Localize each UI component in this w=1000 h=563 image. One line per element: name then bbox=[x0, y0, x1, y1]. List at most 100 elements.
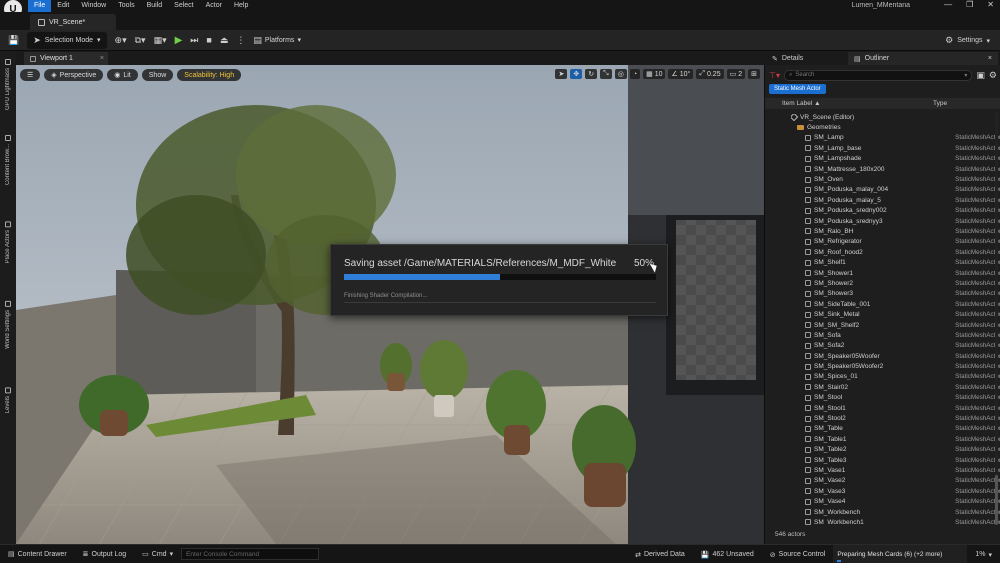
lit-button[interactable]: ◉ Lit bbox=[107, 69, 138, 81]
mesh-cards-percent[interactable]: 1% ▾ bbox=[967, 551, 1000, 559]
grid-snap-button[interactable]: ▦ 10 bbox=[643, 69, 666, 79]
outliner-search-input[interactable]: ⌕ Search ▾ bbox=[783, 69, 973, 81]
unsaved-button[interactable]: 💾 462 Unsaved bbox=[693, 551, 762, 559]
show-button[interactable]: Show bbox=[141, 69, 174, 81]
outliner-row[interactable]: SM_Ralo_BH StaticMeshActor bbox=[765, 226, 1000, 236]
rotation-snap-button[interactable]: ∠ 10° bbox=[668, 69, 694, 79]
column-item-label[interactable]: Item Label ▲ bbox=[765, 100, 933, 107]
outliner-row[interactable]: SM_Shower3 StaticMeshActor bbox=[765, 289, 1000, 299]
play-icon[interactable]: ▶ bbox=[175, 35, 183, 46]
outliner-row[interactable]: SM_Table3 StaticMeshActor bbox=[765, 455, 1000, 465]
outliner-row[interactable]: SM_Vase4 StaticMeshActor bbox=[765, 496, 1000, 506]
outliner-scroll-thumb[interactable] bbox=[995, 475, 998, 525]
maximize-viewport-icon[interactable]: ⊞ bbox=[748, 69, 760, 79]
menu-tools[interactable]: Tools bbox=[112, 0, 140, 12]
platforms-dropdown[interactable]: ▤ Platforms ▾ bbox=[253, 35, 301, 46]
outliner-row[interactable]: SM_Oven StaticMeshActor bbox=[765, 174, 1000, 184]
output-log-button[interactable]: ≣ Output Log bbox=[75, 550, 135, 559]
outliner-row[interactable]: SM_Stool StaticMeshActor bbox=[765, 393, 1000, 403]
scalability-badge[interactable]: Scalability: High bbox=[177, 69, 242, 81]
cinematics-icon[interactable]: ▦▾ bbox=[154, 35, 167, 46]
outliner-row[interactable]: SM_Lampshade StaticMeshActor bbox=[765, 154, 1000, 164]
outliner-row[interactable]: SM_Spices_01 StaticMeshActor bbox=[765, 372, 1000, 382]
world-space-icon[interactable]: ◎ bbox=[614, 69, 627, 79]
outliner-row[interactable]: SM_Stair02 StaticMeshActor bbox=[765, 382, 1000, 392]
outliner-row[interactable]: SM_Shower1 StaticMeshActor bbox=[765, 268, 1000, 278]
filter-icon[interactable]: ⊤▾ bbox=[769, 71, 780, 80]
outliner-row[interactable]: SM_Stool1 StaticMeshActor bbox=[765, 403, 1000, 413]
derived-data-button[interactable]: ⇄ Derived Data bbox=[627, 551, 693, 559]
source-control-button[interactable]: ⊘ Source Control bbox=[762, 551, 834, 559]
outliner-row[interactable]: SM_Sofa StaticMeshActor bbox=[765, 330, 1000, 340]
filter-chip-static-mesh-actor[interactable]: Static Mesh Actor bbox=[769, 84, 826, 94]
outliner-row[interactable]: SM_Table2 StaticMeshActor bbox=[765, 445, 1000, 455]
outliner-row[interactable]: SM_Lamp StaticMeshActor bbox=[765, 133, 1000, 143]
outliner-row[interactable]: SM_Lamp_base StaticMeshActor bbox=[765, 143, 1000, 153]
menu-select[interactable]: Select bbox=[168, 0, 199, 12]
camera-speed-button[interactable]: ▭ 2 bbox=[726, 69, 746, 79]
selection-mode-dropdown[interactable]: ➤ Selection Mode ▾ bbox=[27, 31, 107, 49]
minimize-button[interactable]: — bbox=[944, 0, 952, 9]
outliner-row[interactable]: SM_Vase1 StaticMeshActor bbox=[765, 465, 1000, 475]
console-command-input[interactable]: Enter Console Command bbox=[181, 548, 320, 560]
outliner-row[interactable]: SM_SideTable_001 StaticMeshActor bbox=[765, 299, 1000, 309]
menu-file[interactable]: File bbox=[28, 0, 52, 12]
rail-gpu-lightmass[interactable]: GPU Lightmass bbox=[2, 59, 14, 110]
outliner-row[interactable]: SM_SM_Shelf2 StaticMeshActor bbox=[765, 320, 1000, 330]
rail-levels[interactable]: Levels bbox=[2, 387, 14, 413]
outliner-row[interactable]: SM_Shelf1 StaticMeshActor bbox=[765, 257, 1000, 267]
menu-window[interactable]: Window bbox=[75, 0, 112, 12]
tab-viewport-1[interactable]: Viewport 1 × bbox=[24, 52, 108, 65]
blueprint-icon[interactable]: ⧉▾ bbox=[135, 35, 146, 46]
outliner-row[interactable]: SM_Table StaticMeshActor bbox=[765, 424, 1000, 434]
scale-icon[interactable]: ⤡ bbox=[600, 69, 612, 79]
rail-world-settings[interactable]: World Settings bbox=[2, 301, 14, 349]
outliner-row[interactable]: SM_Sofa2 StaticMeshActor bbox=[765, 341, 1000, 351]
tab-outliner[interactable]: ▤ Outliner × bbox=[848, 52, 998, 65]
surface-snap-icon[interactable]: ◔ bbox=[629, 69, 641, 79]
scale-snap-button[interactable]: ⤢ 0.25 bbox=[696, 69, 724, 79]
settings-button[interactable]: ⚙ Settings ▾ bbox=[945, 35, 990, 46]
outliner-row[interactable]: SM_Table1 StaticMeshActor bbox=[765, 434, 1000, 444]
rotate-icon[interactable]: ↻ bbox=[585, 69, 598, 79]
outliner-row[interactable]: SM_Poduska_malay_5 StaticMeshActor bbox=[765, 195, 1000, 205]
outliner-row[interactable]: SM_Workbench StaticMeshActor bbox=[765, 507, 1000, 517]
content-drawer-button[interactable]: ▤ Content Drawer bbox=[0, 550, 75, 559]
outliner-row[interactable]: SM_Speaker05Woofer StaticMeshActor bbox=[765, 351, 1000, 361]
select-mode-icon[interactable]: ➤ bbox=[555, 69, 568, 79]
eject-icon[interactable]: ⏏ bbox=[220, 35, 229, 46]
step-icon[interactable]: ⏭ bbox=[190, 35, 198, 46]
close-window-button[interactable]: ✕ bbox=[987, 0, 994, 9]
tab-vr-scene[interactable]: VR_Scene* bbox=[30, 14, 116, 30]
close-icon[interactable]: × bbox=[988, 55, 992, 62]
perspective-button[interactable]: ◈ Perspective bbox=[44, 69, 104, 81]
outliner-row[interactable]: SM_Refrigerator StaticMeshActor bbox=[765, 237, 1000, 247]
outliner-row[interactable]: SM_Speaker05Woofer2 StaticMeshActor bbox=[765, 361, 1000, 371]
outliner-tree[interactable]: VR_Scene (Editor) Geometries SM_Lamp Stat… bbox=[765, 112, 1000, 525]
restore-button[interactable]: ❐ bbox=[966, 0, 973, 9]
folder-add-icon[interactable]: ▣ bbox=[976, 70, 985, 81]
menu-help[interactable]: Help bbox=[228, 0, 254, 12]
outliner-row[interactable]: SM_Poduska_sredny002 StaticMeshActor bbox=[765, 206, 1000, 216]
menu-edit[interactable]: Edit bbox=[51, 0, 75, 12]
menu-actor[interactable]: Actor bbox=[200, 0, 228, 12]
rail-content-browser[interactable]: Content Brow... bbox=[2, 135, 14, 185]
tree-scene-root[interactable]: VR_Scene (Editor) bbox=[765, 112, 1000, 122]
add-actor-icon[interactable]: ⊕▾ bbox=[115, 35, 127, 46]
save-button[interactable]: 💾 bbox=[8, 35, 19, 46]
outliner-row[interactable]: SM_Roof_hood2 StaticMeshActor bbox=[765, 247, 1000, 257]
menu-build[interactable]: Build bbox=[141, 0, 169, 12]
viewport-menu-button[interactable]: ☰ bbox=[20, 69, 41, 81]
outliner-row[interactable]: SM_Mattresse_180x200 StaticMeshActor bbox=[765, 164, 1000, 174]
more-options-icon[interactable]: ⋮ bbox=[236, 35, 245, 46]
outliner-row[interactable]: SM_Sink_Metal StaticMeshActor bbox=[765, 309, 1000, 319]
close-icon[interactable]: × bbox=[100, 55, 104, 62]
outliner-row[interactable]: SM_Stool2 StaticMeshActor bbox=[765, 413, 1000, 423]
cmd-dropdown[interactable]: ▭ Cmd ▾ bbox=[134, 550, 181, 559]
mesh-cards-progress[interactable]: Preparing Mesh Cards (6) (+2 more) bbox=[833, 545, 968, 563]
outliner-row[interactable]: SM_Vase2 StaticMeshActor bbox=[765, 476, 1000, 486]
stop-icon[interactable]: ■ bbox=[206, 35, 211, 45]
outliner-row[interactable]: SM_Shower2 StaticMeshActor bbox=[765, 278, 1000, 288]
outliner-row[interactable]: SM_Workbench1 StaticMeshActor bbox=[765, 517, 1000, 525]
outliner-row[interactable]: SM_Poduska_malay_004 StaticMeshActor bbox=[765, 185, 1000, 195]
